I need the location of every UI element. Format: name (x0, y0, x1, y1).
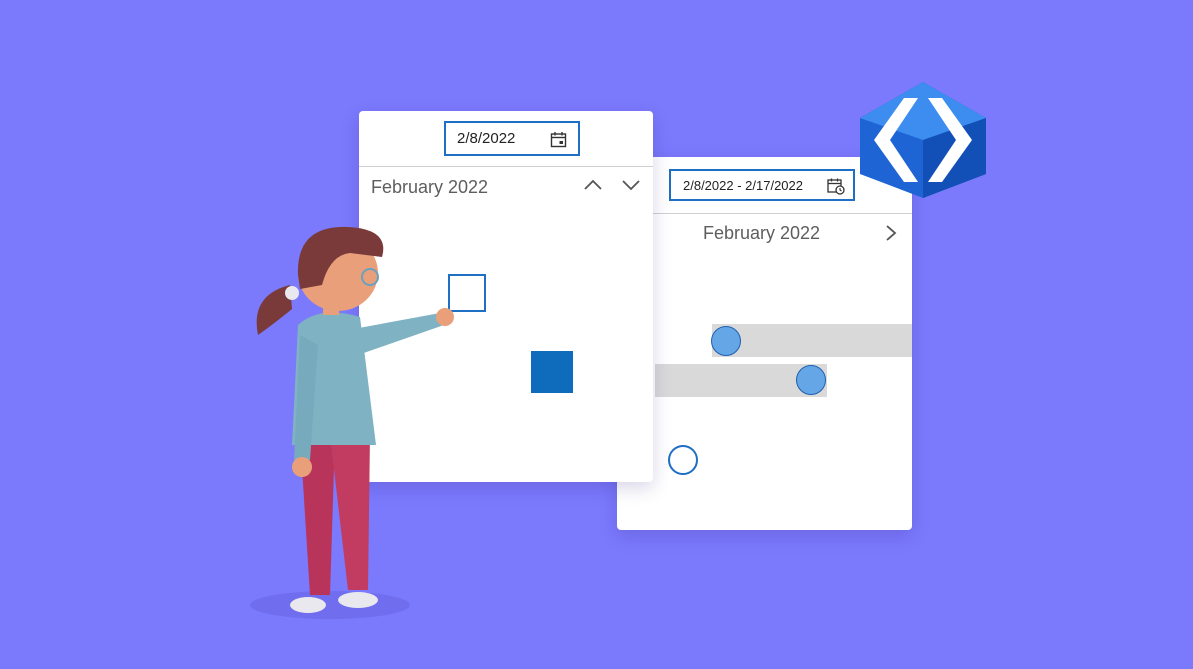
calendar-day[interactable] (532, 323, 572, 343)
calendar-day[interactable] (531, 351, 573, 393)
chevron-up-icon[interactable] (583, 178, 603, 197)
calendar-day[interactable] (868, 331, 908, 351)
weekday-header (791, 259, 831, 279)
calendar-day[interactable] (668, 445, 698, 475)
calendar-day[interactable] (868, 450, 908, 470)
calendar-day[interactable] (830, 489, 870, 509)
calendar-day[interactable] (663, 489, 703, 509)
calendar-day[interactable] (791, 489, 831, 509)
weekday-header (663, 259, 703, 279)
header-divider (617, 213, 912, 214)
calendar-day[interactable] (830, 450, 870, 470)
calendar-day[interactable] (868, 370, 908, 390)
calendar-day[interactable] (791, 291, 831, 311)
calendar-day[interactable] (609, 442, 649, 462)
calendar-day[interactable] (532, 283, 572, 303)
weekday-header (488, 211, 528, 231)
range-month-label[interactable]: February 2022 (703, 223, 820, 244)
date-range-picker-popup: 2/8/2022 - 2/17/2022 February 2022 (617, 157, 912, 530)
calendar-day[interactable] (747, 370, 787, 390)
calendar-day[interactable] (609, 244, 649, 264)
calendar-day[interactable] (830, 370, 870, 390)
calendar-day[interactable] (747, 489, 787, 509)
calendar-day[interactable] (868, 489, 908, 509)
calendar-day[interactable] (532, 402, 572, 422)
chevron-right-icon[interactable] (883, 223, 899, 248)
calendar-day[interactable] (791, 450, 831, 470)
calendar-day[interactable] (609, 283, 649, 303)
header-divider (359, 166, 653, 167)
calendar-day[interactable] (747, 331, 787, 351)
calendar-day[interactable] (488, 323, 528, 343)
calendar-day[interactable] (711, 326, 741, 356)
weekday-header (868, 259, 908, 279)
calendar-day[interactable] (532, 244, 572, 264)
calendar-day[interactable] (609, 362, 649, 382)
calendar-day[interactable] (572, 244, 612, 264)
calendar-day[interactable] (572, 442, 612, 462)
weekday-header (532, 211, 572, 231)
calendar-day[interactable] (791, 331, 831, 351)
calendar-day[interactable] (747, 410, 787, 430)
calendar-day[interactable] (488, 362, 528, 382)
calendar-day[interactable] (609, 323, 649, 343)
date-month-label[interactable]: February 2022 (371, 177, 488, 198)
calendar-day[interactable] (830, 331, 870, 351)
calendar-day[interactable] (706, 410, 746, 430)
calendar-day[interactable] (663, 410, 703, 430)
calendar-day[interactable] (868, 410, 908, 430)
calendar-day[interactable] (830, 410, 870, 430)
date-range-input[interactable]: 2/8/2022 - 2/17/2022 (669, 169, 855, 201)
calendar-icon[interactable] (550, 131, 567, 152)
weekday-header (706, 259, 746, 279)
calendar-day[interactable] (663, 370, 703, 390)
calendar-day[interactable] (706, 291, 746, 311)
calendar-day[interactable] (620, 489, 660, 509)
person-illustration (230, 205, 470, 640)
calendar-day[interactable] (488, 442, 528, 462)
date-input[interactable]: 2/8/2022 (444, 121, 580, 156)
weekday-header (747, 259, 787, 279)
calendar-day[interactable] (609, 402, 649, 422)
calendar-day[interactable] (747, 450, 787, 470)
calendar-day[interactable] (572, 323, 612, 343)
calendar-day[interactable] (663, 291, 703, 311)
chevron-down-icon[interactable] (621, 178, 641, 197)
calendar-day[interactable] (532, 442, 572, 462)
calendar-day[interactable] (572, 402, 612, 422)
calendar-day[interactable] (706, 450, 746, 470)
calendar-day[interactable] (706, 489, 746, 509)
weekday-header (572, 211, 612, 231)
calendar-day[interactable] (488, 283, 528, 303)
calendar-day[interactable] (488, 402, 528, 422)
calendar-day[interactable] (572, 283, 612, 303)
calendar-day[interactable] (868, 291, 908, 311)
weekday-header (830, 259, 870, 279)
calendar-day[interactable] (747, 291, 787, 311)
calendar-day[interactable] (488, 244, 528, 264)
calendar-day[interactable] (663, 331, 703, 351)
weekday-header (609, 211, 649, 231)
calendar-day[interactable] (572, 362, 612, 382)
calendar-day[interactable] (706, 370, 746, 390)
calendar-clock-icon[interactable] (827, 177, 845, 198)
date-range-value: 2/8/2022 - 2/17/2022 (683, 177, 803, 193)
calendar-day[interactable] (830, 291, 870, 311)
calendar-day[interactable] (796, 365, 826, 395)
product-logo (852, 78, 994, 207)
date-value: 2/8/2022 (457, 130, 516, 147)
